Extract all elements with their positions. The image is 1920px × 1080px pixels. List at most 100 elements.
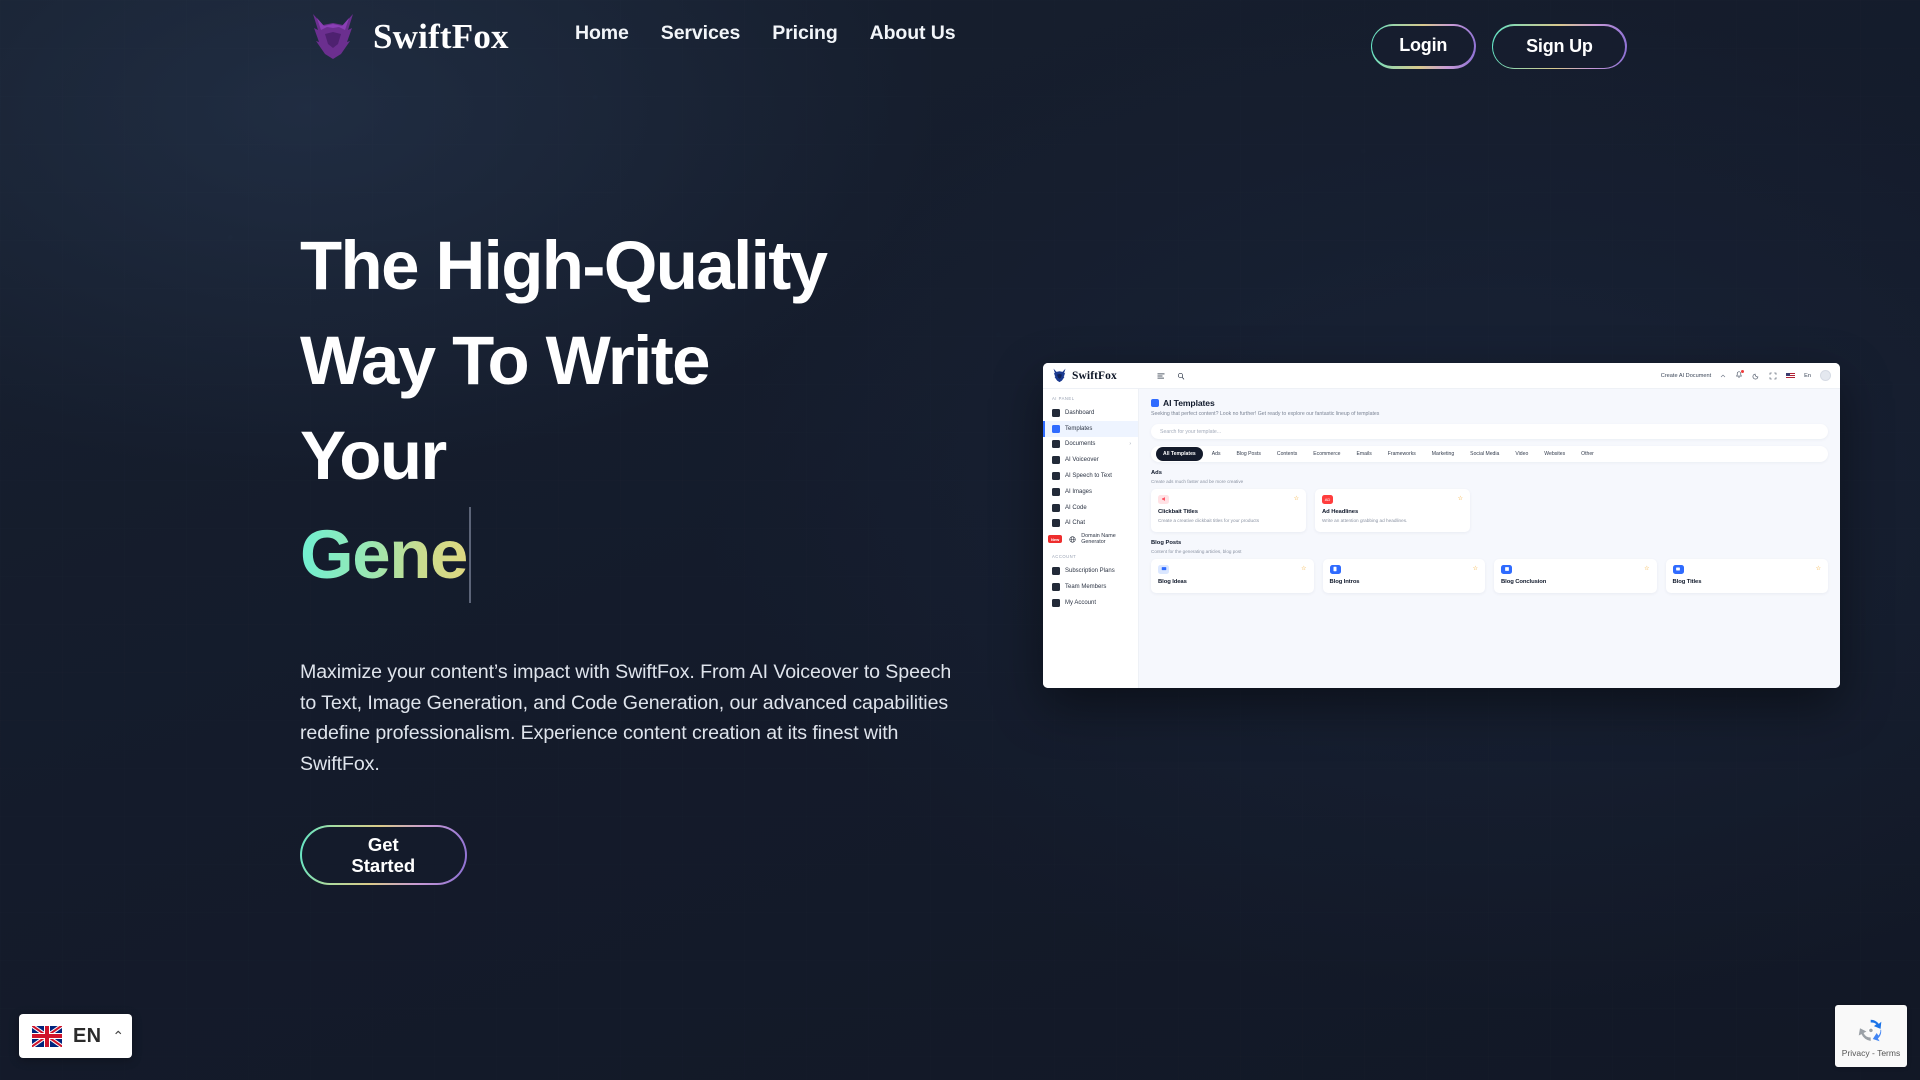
sidebar-item-label: AI Images bbox=[1065, 488, 1093, 495]
tab-websites[interactable]: Websites bbox=[1537, 447, 1572, 461]
fullscreen-icon[interactable] bbox=[1769, 372, 1777, 380]
sidebar-item-label: Subscription Plans bbox=[1065, 568, 1115, 575]
template-card-blog-intros[interactable]: ☆ Blog Intros bbox=[1322, 558, 1485, 593]
site-header: SwiftFox Home Services Pricing About Us … bbox=[0, 0, 1920, 78]
get-started-label-line2: Started bbox=[351, 854, 416, 876]
favorite-star-icon[interactable]: ☆ bbox=[1301, 565, 1306, 572]
app-topbar: SwiftFox Create AI Document En bbox=[1043, 363, 1840, 389]
app-topbar-right: Create AI Document En bbox=[1661, 369, 1831, 381]
sidebar-item-my-account[interactable]: My Account bbox=[1043, 595, 1138, 611]
template-card-blog-titles[interactable]: ☆ Blog Titles bbox=[1665, 558, 1828, 593]
recaptcha-badge[interactable]: Privacy - Terms bbox=[1835, 1005, 1907, 1067]
app-main-content: AI Templates Seeking that perfect conten… bbox=[1139, 389, 1840, 688]
templates-icon bbox=[1052, 424, 1060, 433]
tab-ecommerce[interactable]: Ecommerce bbox=[1306, 447, 1347, 461]
avatar[interactable] bbox=[1820, 370, 1831, 381]
tab-frameworks[interactable]: Frameworks bbox=[1381, 447, 1423, 461]
favorite-star-icon[interactable]: ☆ bbox=[1294, 495, 1299, 502]
template-card-blog-ideas[interactable]: ☆ Blog Ideas bbox=[1151, 558, 1314, 593]
recaptcha-icon bbox=[1858, 1019, 1882, 1041]
notifications-button[interactable] bbox=[1735, 369, 1745, 381]
sidebar-item-dashboard[interactable]: Dashboard bbox=[1043, 405, 1138, 421]
card-description: Write an attention grabbing ad headlines… bbox=[1322, 517, 1408, 523]
get-started-label-line1: Get bbox=[367, 833, 399, 855]
sidebar-item-label: Team Members bbox=[1065, 583, 1107, 590]
get-started-button[interactable]: Get Started bbox=[300, 825, 467, 885]
sidebar-item-label: My Account bbox=[1065, 599, 1097, 606]
auth-buttons: Login Sign Up bbox=[1370, 24, 1627, 70]
app-fox-logo-icon bbox=[1053, 368, 1066, 383]
moon-icon[interactable] bbox=[1752, 372, 1760, 380]
brand-logo[interactable]: SwiftFox bbox=[305, 12, 509, 62]
sidebar-item-label: AI Chat bbox=[1065, 520, 1086, 527]
tab-marketing[interactable]: Marketing bbox=[1425, 447, 1461, 461]
template-card-clickbait-titles[interactable]: ☆ Clickbait Titles Create a creative cli… bbox=[1151, 488, 1306, 533]
sidebar-item-label: AI Voiceover bbox=[1065, 457, 1099, 464]
tab-video[interactable]: Video bbox=[1508, 447, 1535, 461]
template-search-input[interactable]: Search for your template... bbox=[1151, 424, 1828, 439]
login-button-label: Login bbox=[1372, 25, 1475, 66]
card-title: Blog Titles bbox=[1672, 578, 1702, 585]
sidebar-item-ai-images[interactable]: AI Images bbox=[1043, 484, 1138, 500]
favorite-star-icon[interactable]: ☆ bbox=[1816, 565, 1821, 572]
uk-flag-icon bbox=[32, 1025, 62, 1047]
blog-posts-card-row: ☆ Blog Ideas ☆ Blog Intros ☆ Blog Conclu… bbox=[1151, 558, 1828, 593]
sidebar-item-templates[interactable]: Templates bbox=[1043, 420, 1138, 437]
ai-templates-header: AI Templates bbox=[1151, 398, 1828, 408]
tab-ads[interactable]: Ads bbox=[1205, 447, 1228, 461]
sidebar-item-documents[interactable]: Documents › bbox=[1043, 437, 1138, 453]
chevron-right-icon: › bbox=[1129, 441, 1131, 448]
card-title: Blog Conclusion bbox=[1501, 578, 1547, 585]
favorite-star-icon[interactable]: ☆ bbox=[1473, 565, 1478, 572]
code-icon bbox=[1052, 503, 1060, 512]
nav-item-home[interactable]: Home bbox=[575, 22, 629, 45]
tab-blog-posts[interactable]: Blog Posts bbox=[1230, 447, 1268, 461]
create-ai-document-label[interactable]: Create AI Document bbox=[1661, 373, 1711, 379]
sidebar-item-team-members[interactable]: Team Members bbox=[1043, 579, 1138, 595]
blog-idea-icon bbox=[1158, 564, 1169, 574]
nav-item-pricing[interactable]: Pricing bbox=[772, 22, 838, 45]
nav-item-about-us[interactable]: About Us bbox=[870, 22, 956, 45]
sidebar-item-label: Domain Name Generator bbox=[1081, 533, 1116, 546]
chevron-up-icon[interactable] bbox=[1720, 373, 1726, 379]
ai-templates-subtitle: Seeking that perfect content? Look no fu… bbox=[1151, 411, 1380, 417]
section-title-blog-posts: Blog Posts bbox=[1151, 540, 1182, 547]
tab-other[interactable]: Other bbox=[1574, 447, 1601, 461]
card-description: Create a creative clickbait titles for y… bbox=[1158, 517, 1260, 523]
app-sidebar: AI PANEL Dashboard Templates Documents ›… bbox=[1043, 389, 1139, 688]
template-card-ad-headlines[interactable]: AD ☆ Ad Headlines Write an attention gra… bbox=[1315, 488, 1470, 533]
page-title: The High-Quality Way To Write Your bbox=[300, 218, 1000, 503]
sidebar-item-ai-code[interactable]: AI Code bbox=[1043, 500, 1138, 516]
blog-title-icon bbox=[1672, 564, 1684, 574]
globe-icon bbox=[1069, 536, 1076, 543]
sidebar-item-ai-chat[interactable]: AI Chat bbox=[1043, 516, 1138, 532]
search-icon[interactable] bbox=[1177, 372, 1185, 380]
app-brand: SwiftFox bbox=[1051, 368, 1147, 383]
ads-card-row: ☆ Clickbait Titles Create a creative cli… bbox=[1151, 488, 1828, 533]
templates-header-icon bbox=[1151, 399, 1159, 407]
language-selector[interactable]: EN ⌃ bbox=[19, 1014, 132, 1058]
new-badge: New bbox=[1048, 535, 1063, 544]
section-subtitle-ads: Create ads much faster and be more creat… bbox=[1151, 478, 1244, 484]
tab-emails[interactable]: Emails bbox=[1349, 447, 1378, 461]
sidebar-item-domain-name-generator[interactable]: New Domain Name Generator bbox=[1043, 531, 1138, 547]
template-card-blog-conclusion[interactable]: ☆ Blog Conclusion bbox=[1494, 558, 1657, 593]
favorite-star-icon[interactable]: ☆ bbox=[1458, 495, 1463, 502]
sidebar-item-subscription-plans[interactable]: Subscription Plans bbox=[1043, 563, 1138, 579]
tab-social-media[interactable]: Social Media bbox=[1463, 447, 1506, 461]
favorite-star-icon[interactable]: ☆ bbox=[1644, 565, 1649, 572]
section-subtitle-blog-posts: Content for the generating articles, blo… bbox=[1151, 548, 1242, 554]
sidebar-item-ai-speech-to-text[interactable]: AI Speech to Text bbox=[1043, 468, 1138, 484]
menu-icon[interactable] bbox=[1157, 372, 1165, 380]
signup-button[interactable]: Sign Up bbox=[1491, 24, 1627, 70]
typewriter-line: Gene bbox=[300, 507, 1000, 603]
app-language-label[interactable]: En bbox=[1804, 373, 1811, 379]
nav-item-services[interactable]: Services bbox=[661, 22, 741, 45]
typewriter-caret bbox=[468, 507, 471, 603]
tab-all-templates[interactable]: All Templates bbox=[1156, 447, 1203, 461]
ai-templates-title: AI Templates bbox=[1163, 398, 1215, 408]
sidebar-item-ai-voiceover[interactable]: AI Voiceover bbox=[1043, 452, 1138, 468]
login-button[interactable]: Login bbox=[1370, 24, 1476, 70]
tab-contents[interactable]: Contents bbox=[1270, 447, 1304, 461]
us-flag-icon[interactable] bbox=[1786, 372, 1796, 379]
